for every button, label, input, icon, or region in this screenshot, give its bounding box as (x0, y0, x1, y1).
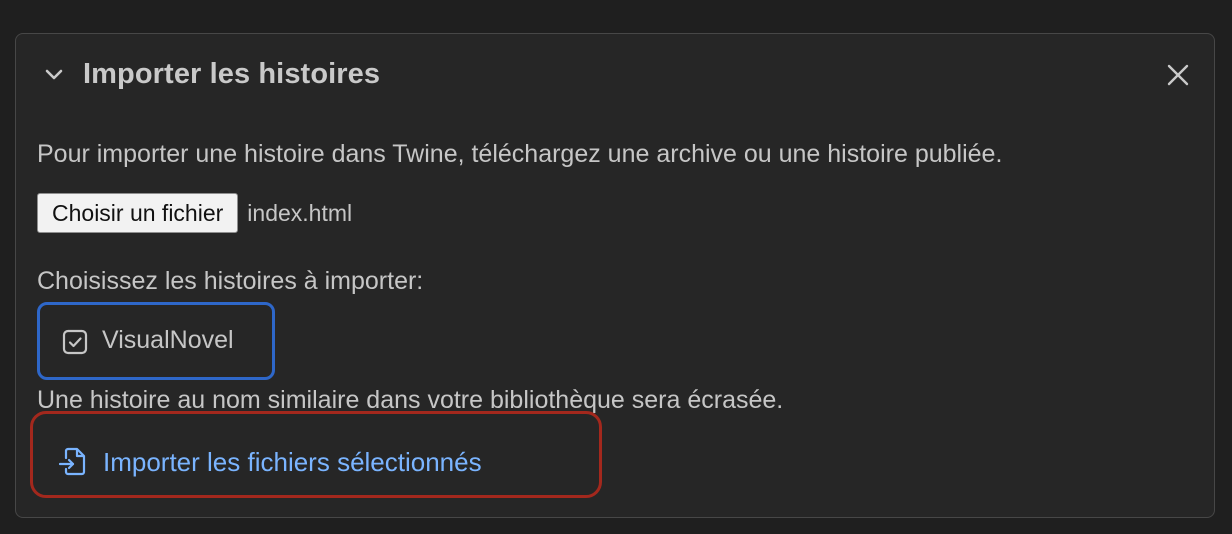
import-stories-dialog: Importer les histoires Pour importer une… (15, 33, 1215, 518)
import-description: Pour importer une histoire dans Twine, t… (37, 140, 1003, 168)
import-selected-button[interactable]: Importer les fichiers sélectionnés (30, 411, 602, 498)
selected-file-name: index.html (247, 199, 353, 226)
choose-stories-label: Choisissez les histoires à importer: (37, 267, 424, 295)
checkbox-checked-icon (62, 329, 88, 355)
import-button-label: Importer les fichiers sélectionnés (103, 447, 482, 477)
story-checkbox-visualnovel[interactable]: VisualNovel (37, 302, 275, 380)
file-picker: Choisir un fichier index.html (37, 192, 352, 234)
dialog-title: Importer les histoires (83, 58, 381, 90)
choose-file-button[interactable]: Choisir un fichier (37, 193, 239, 233)
file-import-icon (58, 447, 87, 477)
dialog-titlebar: Importer les histoires (16, 34, 1214, 114)
close-icon[interactable] (1164, 61, 1192, 89)
chevron-down-icon[interactable] (42, 62, 66, 86)
story-label: VisualNovel (102, 326, 234, 354)
